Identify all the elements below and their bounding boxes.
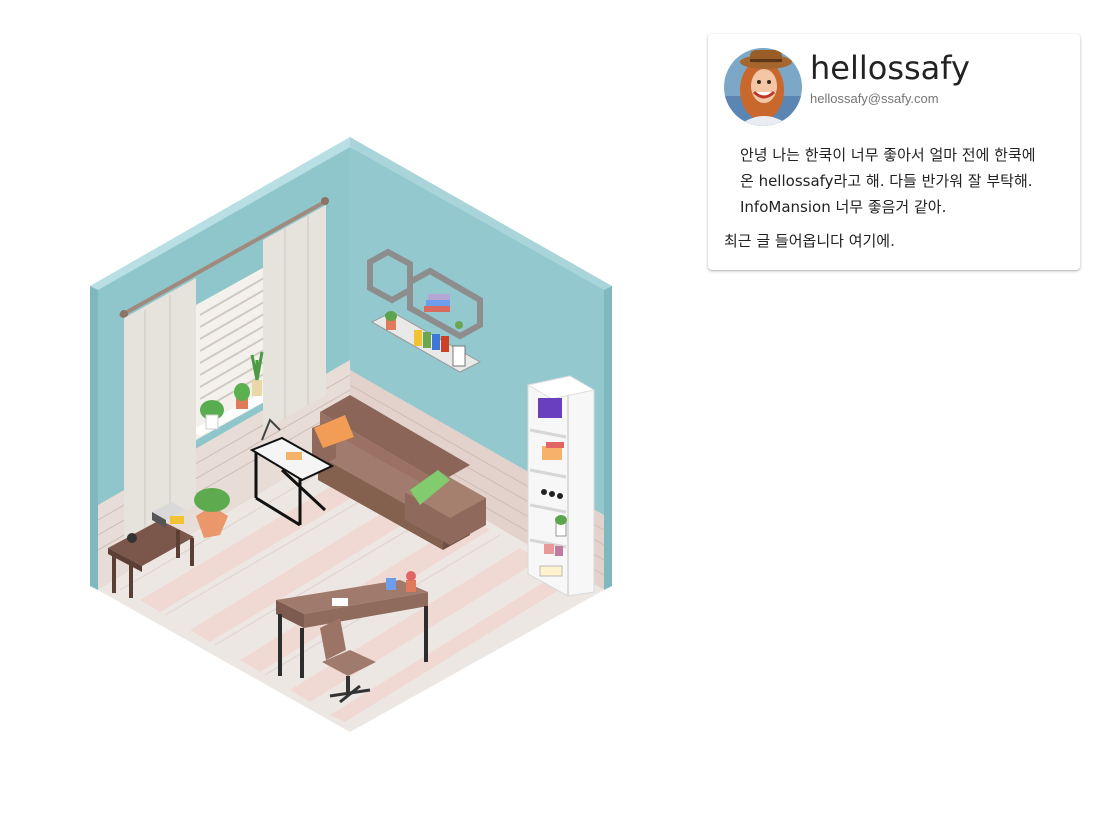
bookcase xyxy=(526,375,596,597)
profile-bio: 안녕 나는 한쿡이 너무 좋아서 얼마 전에 한쿡에 온 hellossafy라… xyxy=(740,146,1036,216)
profile-username: hellossafy xyxy=(810,49,970,87)
right-wall-outer-edge xyxy=(604,286,612,590)
user-avatar-photo-icon xyxy=(724,48,802,126)
left-wall-outer-edge xyxy=(90,286,98,590)
right-curtain xyxy=(263,205,326,430)
recent-posts-text: 최근 글 들어옵니다 여기에. xyxy=(724,232,895,250)
profile-email: hellossafy@ssafy.com xyxy=(810,91,939,106)
user-avatar[interactable] xyxy=(724,48,802,126)
left-curtain xyxy=(124,278,196,545)
isometric-room-illustration xyxy=(90,137,612,732)
profile-card: hellossafy hellossafy@ssafy.com 안녕 나는 한쿡… xyxy=(708,34,1080,270)
